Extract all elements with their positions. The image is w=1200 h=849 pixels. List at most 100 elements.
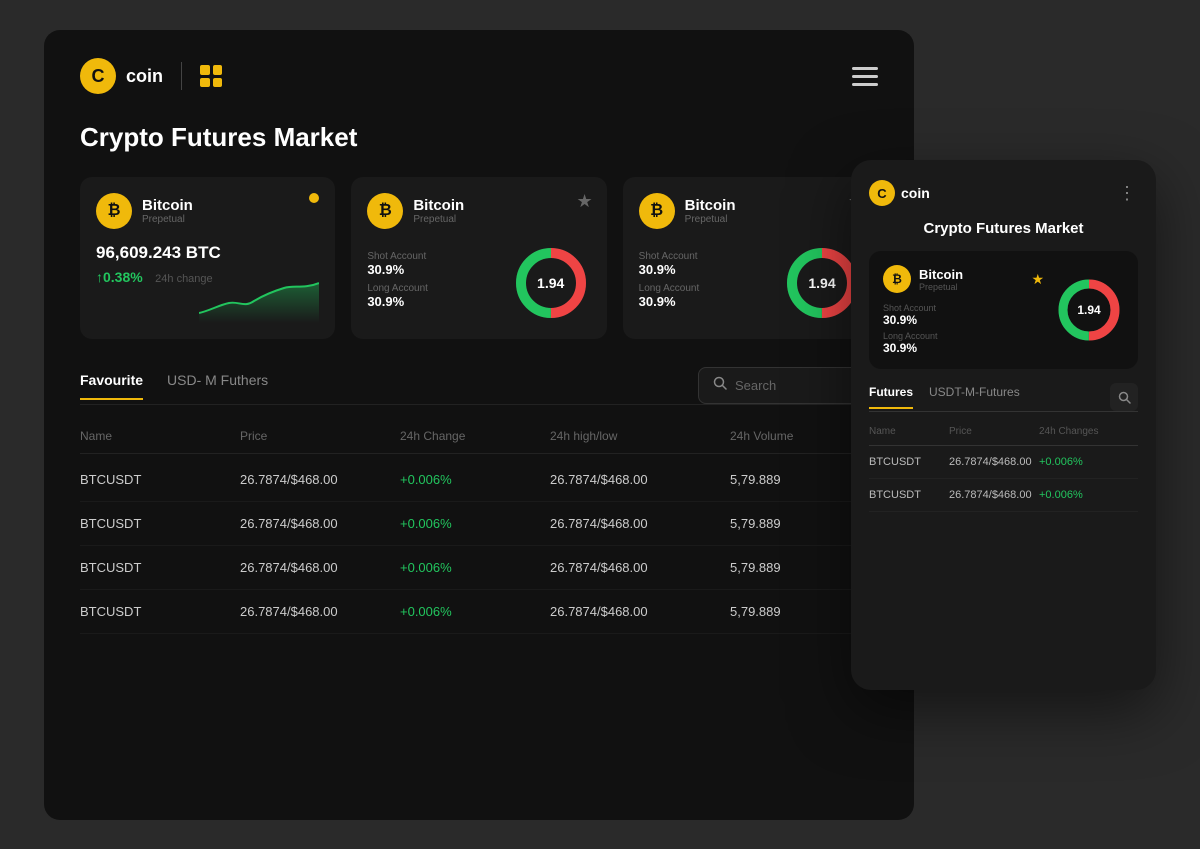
card-donut-content-1: Shot Account 30.9% Long Account 30.9% 1.… <box>367 243 590 323</box>
mobile-td-price: 26.7874/$468.00 <box>949 456 1039 468</box>
long-account-row: Long Account 30.9% <box>367 283 494 309</box>
header: C coin <box>80 58 878 94</box>
long-account-row-2: Long Account 30.9% <box>639 283 766 309</box>
td-name: BTCUSDT <box>80 472 240 487</box>
mobile-coin-info: Bitcoin Prepetual <box>919 267 963 292</box>
card-header-3: ₿ Bitcoin Prepetual ★ <box>639 193 862 229</box>
tabs-row: Favourite USD- M Futhers <box>80 367 878 405</box>
td-highlow: 26.7874/$468.00 <box>550 516 730 531</box>
mobile-btc-icon: ₿ <box>883 265 911 293</box>
bitcoin-donut-card-1: ₿ Bitcoin Prepetual ★ Shot Account 30.9%… <box>351 177 606 339</box>
mobile-td-change: +0.006% <box>1039 489 1109 501</box>
table-row[interactable]: BTCUSDT 26.7874/$468.00 +0.006% 26.7874/… <box>80 590 878 634</box>
shot-account-row-2: Shot Account 30.9% <box>639 251 766 277</box>
mobile-long-value: 30.9% <box>883 341 1044 355</box>
mobile-donut-value: 1.94 <box>1077 303 1100 317</box>
card-header: ₿ Bitcoin Prepetual <box>96 193 319 229</box>
mobile-tabs-row: Futures USDT-M-Futures <box>869 383 1138 412</box>
mobile-tab-usdt[interactable]: USDT-M-Futures <box>929 385 1020 409</box>
long-value-2: 30.9% <box>639 294 766 309</box>
main-panel: C coin Crypto Futures Market ₿ Bitcoin P… <box>44 30 914 820</box>
mobile-shot-value: 30.9% <box>883 313 1044 327</box>
mobile-th-price: Price <box>949 426 1039 437</box>
card-stats-2: Shot Account 30.9% Long Account 30.9% <box>639 251 766 315</box>
card-subtitle-2: Prepetual <box>413 214 464 225</box>
mobile-coin-sub: Prepetual <box>919 282 963 292</box>
long-label-2: Long Account <box>639 283 766 294</box>
donut-chart-1: 1.94 <box>511 243 591 323</box>
td-change: +0.006% <box>400 472 550 487</box>
th-name: Name <box>80 429 240 443</box>
mobile-td-name: BTCUSDT <box>869 489 949 501</box>
page-title: Crypto Futures Market <box>80 122 878 153</box>
card-coin-name-3: Bitcoin <box>685 197 736 214</box>
cards-row: ₿ Bitcoin Prepetual 96,609.243 BTC ↑0.38… <box>80 177 878 339</box>
bitcoin-donut-card-2: ₿ Bitcoin Prepetual ★ Shot Account 30.9%… <box>623 177 878 339</box>
long-label: Long Account <box>367 283 494 294</box>
tab-favourite[interactable]: Favourite <box>80 372 143 400</box>
card-coin-name: Bitcoin <box>142 197 193 214</box>
mobile-search-button[interactable] <box>1110 383 1138 411</box>
mobile-td-change: +0.006% <box>1039 456 1109 468</box>
mobile-bitcoin-card: ₿ Bitcoin Prepetual ★ Shot Account 30.9%… <box>869 251 1138 369</box>
mobile-logo-area: C coin <box>869 180 930 206</box>
td-price: 26.7874/$468.00 <box>240 560 400 575</box>
table-row[interactable]: BTCUSDT 26.7874/$468.00 +0.006% 26.7874/… <box>80 502 878 546</box>
mobile-logo-icon: C <box>869 180 895 206</box>
logo-icon: C <box>80 58 116 94</box>
bitcoin-chart-card: ₿ Bitcoin Prepetual 96,609.243 BTC ↑0.38… <box>80 177 335 339</box>
mobile-th-change: 24h Changes <box>1039 426 1109 437</box>
td-price: 26.7874/$468.00 <box>240 604 400 619</box>
tab-usd-futures[interactable]: USD- M Futhers <box>167 372 268 400</box>
card-subtitle: Prepetual <box>142 214 193 225</box>
td-name: BTCUSDT <box>80 604 240 619</box>
btc-icon-3: ₿ <box>639 193 675 229</box>
td-name: BTCUSDT <box>80 560 240 575</box>
td-change: +0.006% <box>400 560 550 575</box>
card-header-2: ₿ Bitcoin Prepetual ★ <box>367 193 590 229</box>
shot-label: Shot Account <box>367 251 494 262</box>
mobile-table-row[interactable]: BTCUSDT 26.7874/$468.00 +0.006% <box>869 446 1138 479</box>
mobile-long-row: Long Account 30.9% <box>883 331 1044 355</box>
mobile-page-title: Crypto Futures Market <box>869 220 1138 237</box>
td-highlow: 26.7874/$468.00 <box>550 472 730 487</box>
mini-chart <box>199 273 319 323</box>
donut-value-2: 1.94 <box>808 275 835 291</box>
th-highlow: 24h high/low <box>550 429 730 443</box>
mobile-th-name: Name <box>869 426 949 437</box>
grid-icon[interactable] <box>200 65 222 87</box>
td-change: +0.006% <box>400 516 550 531</box>
logo-text: coin <box>126 66 163 87</box>
mobile-card-left: ₿ Bitcoin Prepetual ★ Shot Account 30.9%… <box>883 265 1044 355</box>
star-icon-1[interactable]: ★ <box>577 191 593 212</box>
table-row[interactable]: BTCUSDT 26.7874/$468.00 +0.006% 26.7874/… <box>80 546 878 590</box>
mobile-stats: Shot Account 30.9% Long Account 30.9% <box>883 303 1044 355</box>
td-price: 26.7874/$468.00 <box>240 472 400 487</box>
table-header: Name Price 24h Change 24h high/low 24h V… <box>80 423 878 454</box>
mobile-tab-futures[interactable]: Futures <box>869 385 913 409</box>
mobile-td-price: 26.7874/$468.00 <box>949 489 1039 501</box>
mobile-table-header: Name Price 24h Changes <box>869 422 1138 446</box>
hamburger-menu[interactable] <box>852 67 878 86</box>
td-price: 26.7874/$468.00 <box>240 516 400 531</box>
mobile-table-row[interactable]: BTCUSDT 26.7874/$468.00 +0.006% <box>869 479 1138 512</box>
long-value: 30.9% <box>367 294 494 309</box>
card-dot <box>309 193 319 203</box>
btc-icon: ₿ <box>96 193 132 229</box>
mobile-panel: C coin ⋮ Crypto Futures Market ₿ Bitcoin… <box>851 160 1156 690</box>
mobile-star-icon[interactable]: ★ <box>1031 271 1044 288</box>
donut-value-1: 1.94 <box>537 275 564 291</box>
search-input[interactable] <box>735 378 855 393</box>
td-change: +0.006% <box>400 604 550 619</box>
table-row[interactable]: BTCUSDT 26.7874/$468.00 +0.006% 26.7874/… <box>80 458 878 502</box>
mobile-coin-name: Bitcoin <box>919 267 963 282</box>
mobile-header: C coin ⋮ <box>869 180 1138 206</box>
shot-value: 30.9% <box>367 262 494 277</box>
shot-value-2: 30.9% <box>639 262 766 277</box>
mobile-menu-icon[interactable]: ⋮ <box>1118 183 1138 204</box>
card-coin-name-2: Bitcoin <box>413 197 464 214</box>
card-donut-content-2: Shot Account 30.9% Long Account 30.9% 1.… <box>639 243 862 323</box>
td-highlow: 26.7874/$468.00 <box>550 560 730 575</box>
shot-account-row: Shot Account 30.9% <box>367 251 494 277</box>
mobile-donut-chart: 1.94 <box>1054 275 1124 345</box>
